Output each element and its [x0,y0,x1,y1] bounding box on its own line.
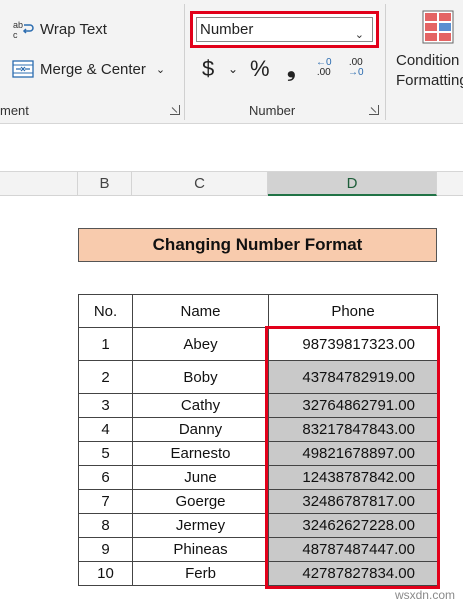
svg-text:ab: ab [13,20,23,30]
formula-bar-area [0,124,463,172]
column-header-a[interactable] [0,172,78,196]
row-name[interactable]: Jermey [132,513,269,538]
accounting-format-button[interactable]: $ [202,56,214,82]
header-no[interactable]: No. [78,294,133,328]
ribbon: ab c Wrap Text Merge & Center ⌄ ment Num… [0,0,463,124]
row-no[interactable]: 10 [78,561,133,586]
table-row: 6 June 12438787842.00 [78,465,438,490]
wrap-text-button[interactable]: ab c Wrap Text [12,19,107,40]
sheet-title-cell[interactable]: Changing Number Format [78,228,437,262]
table-row: 5 Earnesto 49821678897.00 [78,441,438,466]
table-header-row: No. Name Phone [78,294,438,328]
conditional-formatting-button[interactable]: Condition Formatting [396,10,463,91]
row-no[interactable]: 3 [78,393,133,418]
conditional-formatting-icon [422,10,454,44]
row-name[interactable]: Cathy [132,393,269,418]
row-no[interactable]: 9 [78,537,133,562]
row-name[interactable]: Goerge [132,489,269,514]
header-name[interactable]: Name [132,294,269,328]
table-row: 10 Ferb 42787827834.00 [78,561,438,586]
row-name[interactable]: Phineas [132,537,269,562]
row-no[interactable]: 7 [78,489,133,514]
table-row: 3 Cathy 32764862791.00 [78,393,438,418]
wrap-text-label: Wrap Text [40,20,107,38]
row-name[interactable]: Abey [132,327,269,361]
row-name[interactable]: June [132,465,269,490]
alignment-group-label: ment [0,103,29,118]
row-no[interactable]: 5 [78,441,133,466]
percent-style-button[interactable]: % [250,56,270,82]
row-name[interactable]: Boby [132,360,269,394]
column-header-e[interactable] [437,172,463,196]
table-row: 4 Danny 83217847843.00 [78,417,438,442]
row-phone[interactable]: 32486787817.00 [268,489,438,514]
table-row: 2 Boby 43784782919.00 [78,360,438,394]
increase-decimal-button[interactable]: ←0 .00 [316,58,332,78]
accounting-dropdown-chevron-icon[interactable]: ⌄ [228,62,238,76]
merge-center-button[interactable]: Merge & Center ⌄ [12,59,165,79]
svg-text:c: c [13,30,18,39]
merge-center-label: Merge & Center [40,60,146,78]
decrease-decimal-bottom: →0 [348,67,364,78]
excel-window: ab c Wrap Text Merge & Center ⌄ ment Num… [0,0,463,603]
row-phone[interactable]: 32764862791.00 [268,393,438,418]
row-name[interactable]: Ferb [132,561,269,586]
group-separator [184,4,185,120]
number-group-label: Number [249,103,296,118]
row-no[interactable]: 4 [78,417,133,442]
row-phone[interactable]: 12438787842.00 [268,465,438,490]
row-phone[interactable]: 98739817323.00 [268,327,438,361]
row-name[interactable]: Earnesto [132,441,269,466]
decrease-decimal-button[interactable]: .00 →0 [348,58,364,78]
row-phone[interactable]: 43784782919.00 [268,360,438,394]
merge-center-icon [12,59,34,79]
column-header-c[interactable]: C [132,172,268,196]
number-format-dropdown[interactable]: Number ⌄ [190,11,379,48]
row-phone[interactable]: 48787487447.00 [268,537,438,562]
row-no[interactable]: 8 [78,513,133,538]
chevron-down-icon: ⌄ [354,29,364,41]
column-header-d[interactable]: D [268,172,437,196]
watermark: wsxdn.com [394,588,455,602]
conditional-formatting-line1: Condition [396,52,460,69]
comma-style-button[interactable]: ❟ [287,56,296,82]
table-row: 7 Goerge 32486787817.00 [78,489,438,514]
table-row: 8 Jermey 32462627228.00 [78,513,438,538]
header-phone[interactable]: Phone [268,294,438,328]
row-name[interactable]: Danny [132,417,269,442]
row-phone[interactable]: 83217847843.00 [268,417,438,442]
row-no[interactable]: 6 [78,465,133,490]
row-phone[interactable]: 42787827834.00 [268,561,438,586]
row-phone[interactable]: 32462627228.00 [268,513,438,538]
number-format-value: Number [200,21,254,38]
merge-center-dropdown-chevron-icon[interactable]: ⌄ [156,63,165,76]
row-phone[interactable]: 49821678897.00 [268,441,438,466]
increase-decimal-bottom: .00 [316,67,331,78]
row-no[interactable]: 1 [78,327,133,361]
wrap-text-icon: ab c [12,19,34,40]
row-no[interactable]: 2 [78,360,133,394]
alignment-dialog-launcher-icon[interactable] [170,105,180,115]
column-header-b[interactable]: B [78,172,132,196]
phone-table: No. Name Phone 1 Abey 98739817323.00 2 B… [78,294,438,586]
group-separator [385,4,386,120]
table-row: 9 Phineas 48787487447.00 [78,537,438,562]
number-format-dialog-launcher-icon[interactable] [369,105,379,115]
conditional-formatting-line2: Formatting [396,72,463,89]
table-row: 1 Abey 98739817323.00 [78,327,438,361]
